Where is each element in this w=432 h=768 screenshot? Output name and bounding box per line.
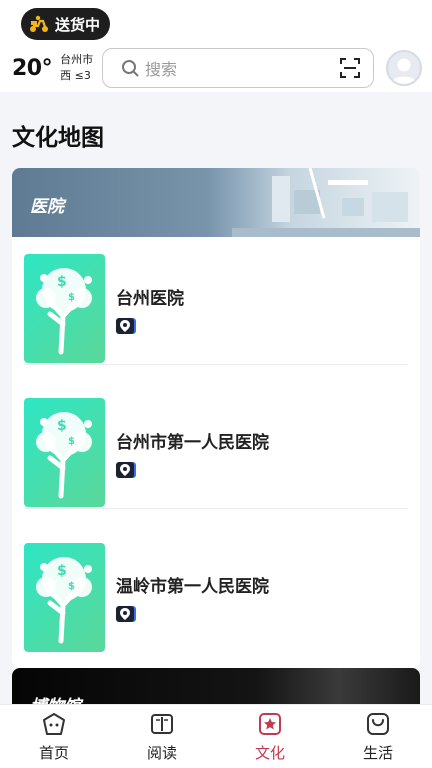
search-icon bbox=[122, 60, 139, 77]
weather-wind: 西 ≤3 bbox=[60, 69, 91, 82]
delivery-scooter-icon bbox=[30, 15, 48, 32]
tab-label: 文化 bbox=[254, 744, 285, 762]
weather-widget[interactable]: 20° 台州市 西 ≤3 bbox=[12, 52, 93, 84]
money-tree-icon: $ $ bbox=[36, 556, 92, 643]
category-banner[interactable]: 医院 bbox=[12, 168, 420, 237]
hospital-room-image bbox=[232, 168, 420, 237]
list-item[interactable]: $ $ 台州市第一人民医院 bbox=[24, 397, 408, 509]
weather-city: 台州市 bbox=[60, 53, 94, 66]
bottom-nav: 首页 阅读 文化 生活 bbox=[0, 704, 432, 768]
temperature: 20° bbox=[12, 55, 53, 81]
item-name: 温岭市第一人民医院 bbox=[116, 577, 269, 597]
location-pin-icon[interactable] bbox=[116, 606, 134, 622]
search-placeholder: 搜索 bbox=[145, 60, 178, 79]
book-icon bbox=[151, 714, 173, 734]
page-title: 文化地图 bbox=[12, 125, 104, 151]
top-bar: 送货中 20° 台州市 西 ≤3 搜索 bbox=[0, 0, 432, 92]
svg-text:$: $ bbox=[57, 563, 67, 579]
tab-life[interactable]: 生活 bbox=[324, 705, 432, 768]
tab-reading[interactable]: 阅读 bbox=[108, 705, 216, 768]
life-bag-icon bbox=[367, 713, 389, 735]
svg-text:$: $ bbox=[68, 581, 75, 592]
delivery-label: 送货中 bbox=[55, 15, 101, 34]
tab-home[interactable]: 首页 bbox=[0, 705, 108, 768]
tab-label: 首页 bbox=[38, 744, 69, 762]
home-icon bbox=[43, 713, 65, 735]
tab-culture[interactable]: 文化 bbox=[216, 705, 324, 768]
avatar[interactable] bbox=[386, 50, 422, 86]
money-tree-icon: $ $ bbox=[36, 268, 92, 355]
category-label: 医院 bbox=[30, 197, 64, 217]
delivery-status-pill[interactable]: 送货中 bbox=[21, 8, 111, 40]
tab-label: 阅读 bbox=[146, 744, 177, 762]
tree-thumbnail: $ $ bbox=[24, 542, 105, 652]
svg-text:$: $ bbox=[57, 418, 67, 434]
list-item[interactable]: $ $ 台州医院 bbox=[24, 253, 408, 365]
tab-label: 生活 bbox=[362, 744, 393, 762]
user-icon bbox=[391, 58, 417, 84]
money-tree-icon: $ $ bbox=[36, 412, 92, 499]
category-card-hospital: 医院 $ $ 台州医院 $ $ 台州市第一人民医院 $ $ 温岭市第一人民医院 bbox=[12, 168, 420, 668]
search-box[interactable]: 搜索 bbox=[102, 48, 374, 88]
tree-thumbnail: $ $ bbox=[24, 398, 105, 507]
item-name: 台州医院 bbox=[116, 288, 184, 309]
svg-text:$: $ bbox=[68, 436, 75, 447]
svg-text:$: $ bbox=[68, 292, 75, 303]
svg-text:$: $ bbox=[57, 274, 67, 290]
location-pin-icon[interactable] bbox=[116, 461, 134, 478]
list-item[interactable]: $ $ 温岭市第一人民医院 bbox=[24, 541, 408, 653]
scan-icon[interactable] bbox=[339, 57, 361, 79]
culture-icon bbox=[259, 713, 281, 735]
item-name: 台州市第一人民医院 bbox=[116, 432, 269, 453]
location-pin-icon[interactable] bbox=[116, 317, 134, 334]
tree-thumbnail: $ $ bbox=[24, 254, 105, 363]
